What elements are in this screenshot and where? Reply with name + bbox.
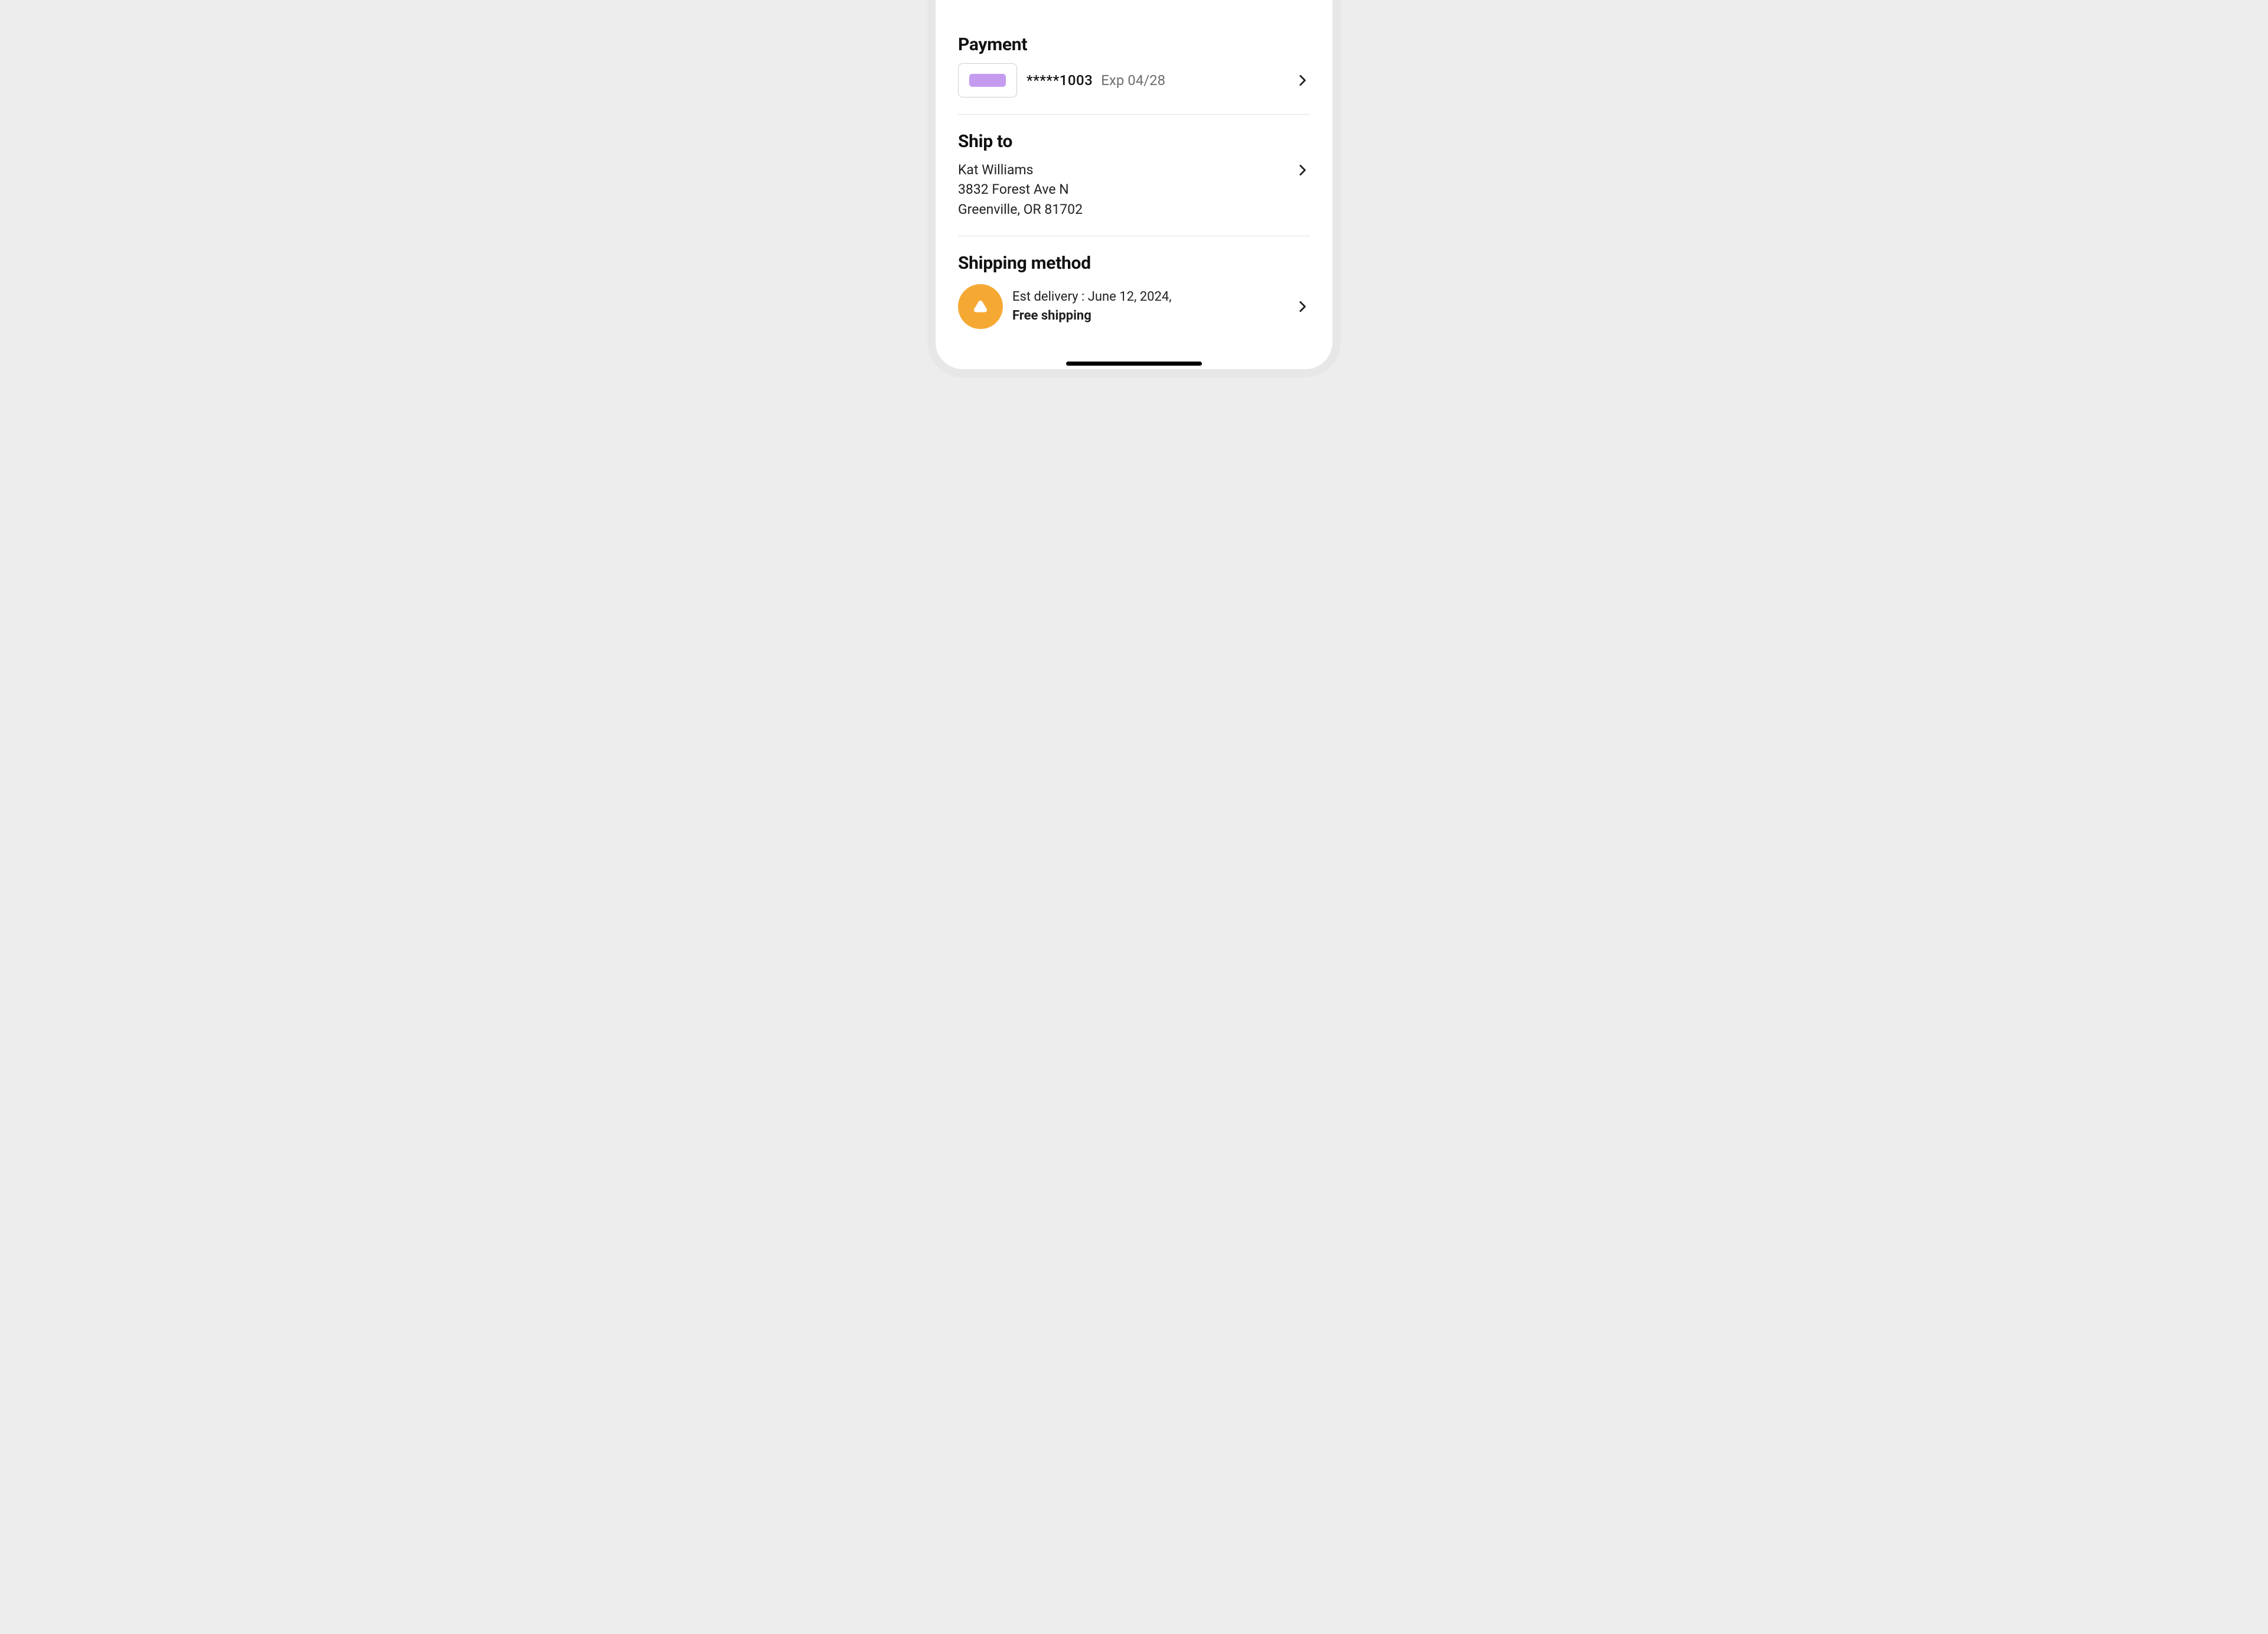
chevron-right-icon — [1295, 73, 1310, 88]
shipping-method-section: Shipping method Est delivery : June 12, … — [958, 236, 1310, 346]
ship-to-line1: 3832 Forest Ave N — [958, 180, 1283, 199]
payment-row-left: *****1003 Exp 04/28 — [958, 63, 1283, 97]
payment-text: *****1003 Exp 04/28 — [1027, 72, 1283, 89]
chevron-right-icon — [1295, 299, 1310, 314]
payment-row[interactable]: *****1003 Exp 04/28 — [958, 63, 1310, 97]
payment-section: Payment *****1003 Exp 04/28 — [958, 18, 1310, 114]
credit-card-icon — [958, 63, 1017, 97]
chevron-right-icon — [1295, 162, 1310, 178]
shipping-price-label: Free shipping — [1012, 307, 1283, 326]
shipping-method-text: Est delivery : June 12, 2024, Free shipp… — [1012, 288, 1283, 326]
ship-to-name: Kat Williams — [958, 160, 1283, 180]
carrier-triangle-icon — [958, 284, 1003, 329]
shipping-method-row[interactable]: Est delivery : June 12, 2024, Free shipp… — [958, 284, 1310, 329]
ship-to-title: Ship to — [958, 131, 1310, 152]
ship-to-row[interactable]: Kat Williams 3832 Forest Ave N Greenvill… — [958, 160, 1310, 219]
shipping-address: Kat Williams 3832 Forest Ave N Greenvill… — [958, 160, 1283, 219]
ship-to-section: Ship to Kat Williams 3832 Forest Ave N G… — [958, 114, 1310, 236]
ship-to-line2: Greenville, OR 81702 — [958, 200, 1283, 219]
home-indicator — [1066, 362, 1202, 366]
payment-expiry: Exp 04/28 — [1101, 72, 1165, 89]
shipping-method-left: Est delivery : June 12, 2024, Free shipp… — [958, 284, 1283, 329]
card-chip — [969, 74, 1006, 87]
payment-masked-number: *****1003 — [1027, 72, 1093, 89]
payment-title: Payment — [958, 34, 1310, 55]
shipping-method-title: Shipping method — [958, 253, 1310, 274]
checkout-panel: Payment *****1003 Exp 04/28 Ship to Kat … — [927, 0, 1341, 377]
est-delivery: Est delivery : June 12, 2024, — [1012, 288, 1283, 307]
